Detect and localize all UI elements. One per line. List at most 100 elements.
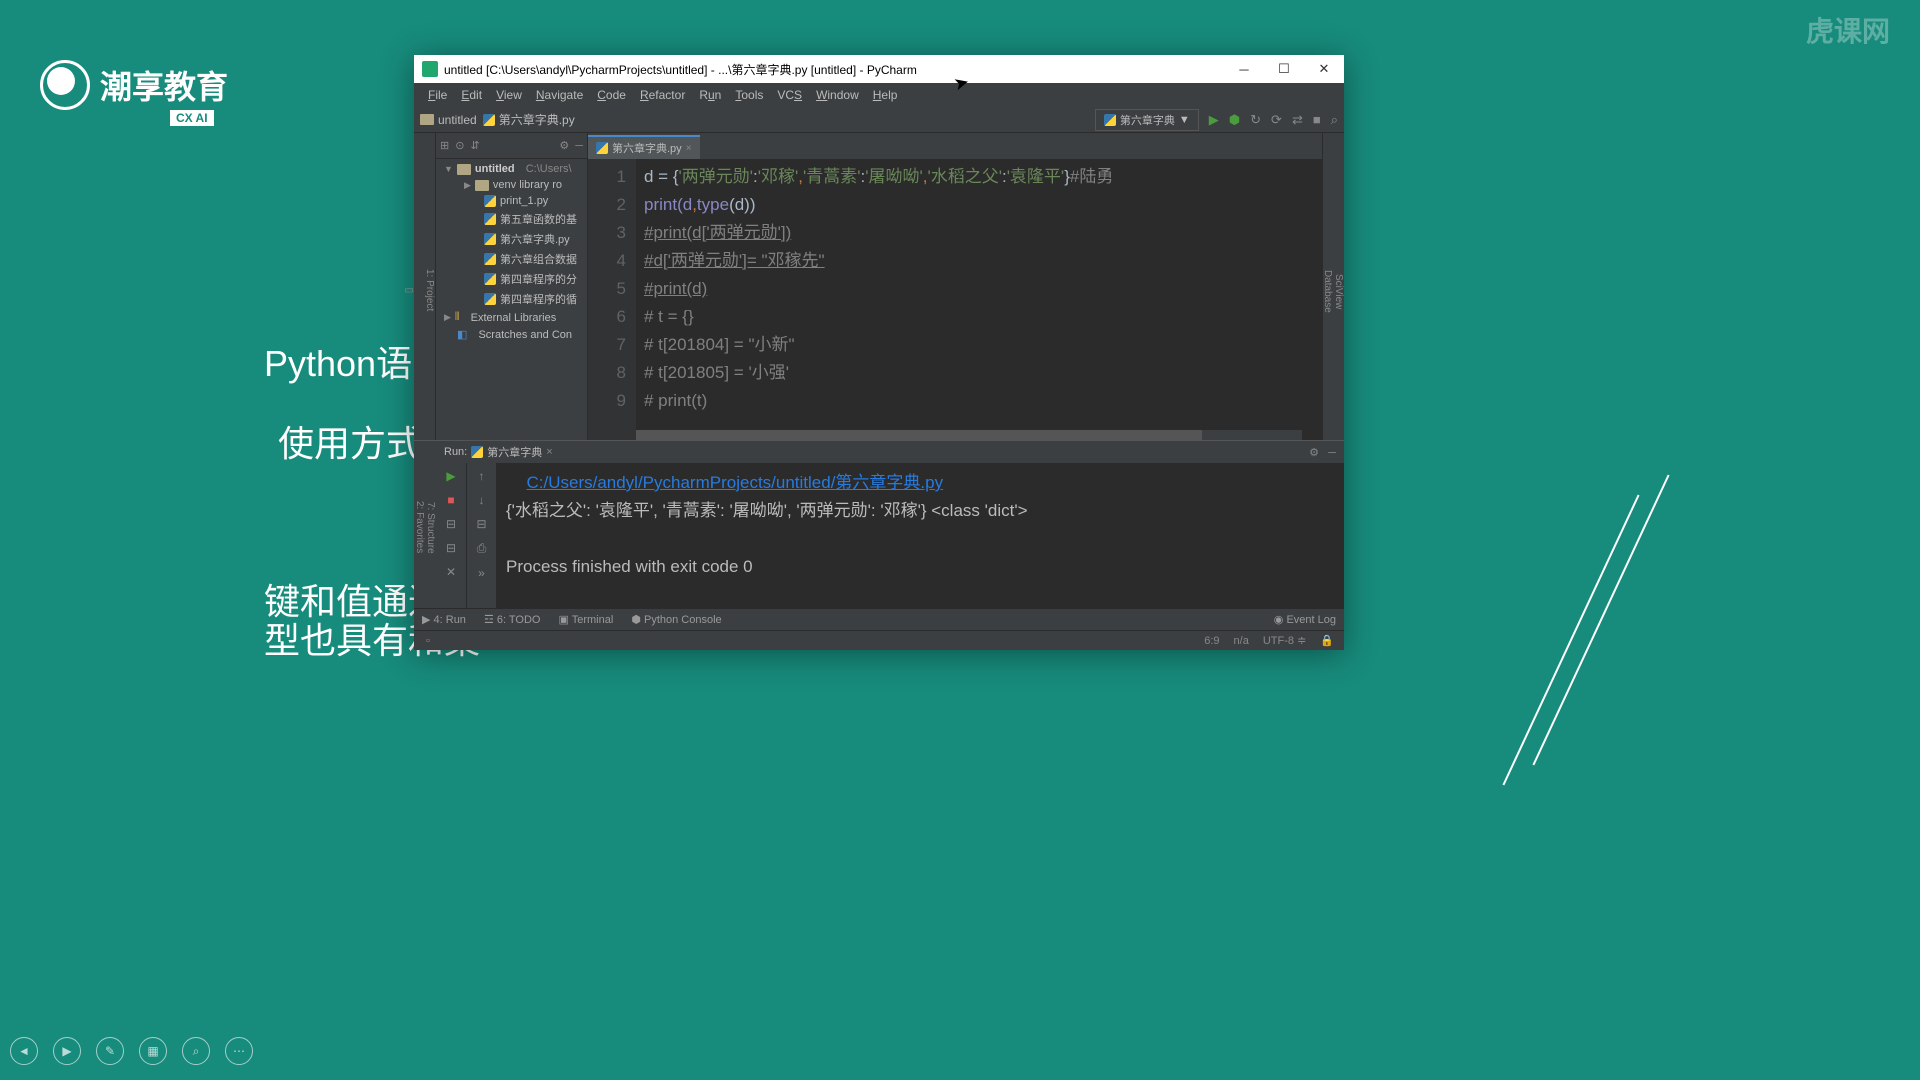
bb-run[interactable]: ▶ 4: Run [422, 613, 466, 626]
sb-lock-icon[interactable]: 🔒 [1320, 634, 1334, 647]
gear-icon[interactable]: ⚙ [559, 139, 569, 152]
down-icon[interactable]: ↓ [479, 493, 485, 507]
menu-refactor[interactable]: Refactor [634, 86, 691, 104]
python-icon [1104, 114, 1116, 126]
tree-file[interactable]: 第六章字典.py [436, 229, 587, 249]
search-button[interactable]: ⌕ [1331, 112, 1338, 128]
stop-button[interactable]: ■ [1313, 112, 1321, 127]
run-config-selector[interactable]: 第六章字典 ▼ [1095, 109, 1199, 131]
run-label: Run: [444, 446, 467, 458]
maximize-button[interactable]: ☐ [1264, 55, 1304, 83]
hide-icon[interactable]: ─ [1328, 447, 1336, 459]
close-icon[interactable]: ✕ [446, 565, 456, 579]
rail-project[interactable]: 1: Project [424, 269, 435, 311]
brand-logo: 潮享教育 CX AI [40, 60, 228, 110]
debug-button[interactable]: ⬢ [1229, 112, 1240, 128]
app-icon [422, 61, 438, 77]
menu-code[interactable]: Code [591, 86, 632, 104]
menu-vcs[interactable]: VCS [771, 86, 808, 104]
logo-icon [40, 60, 90, 110]
hide-icon[interactable]: ─ [575, 140, 583, 152]
layout-icon[interactable]: ⊟ [446, 517, 456, 531]
menu-help[interactable]: Help [867, 86, 904, 104]
coverage-button[interactable]: ↻ [1250, 112, 1261, 128]
project-panel-header: ⊞ ⊙ ⇵ ⚙ ─ [436, 133, 587, 159]
attach-button[interactable]: ⇄ [1292, 112, 1303, 128]
print-icon[interactable]: ⎙ [477, 541, 487, 556]
sb-encoding[interactable]: UTF-8 ≑ [1263, 634, 1306, 647]
right-rail: SciView Database [1322, 133, 1344, 440]
edit-button[interactable]: ✎ [96, 1037, 124, 1065]
run-panel: 7: Structure 2: Favorites Run: 第六章字典 × ⚙… [414, 440, 1344, 608]
scroll-icon[interactable]: ⊙ [455, 139, 464, 152]
project-tree[interactable]: ▼untitled C:\Users\ ▶venv library ro pri… [436, 159, 587, 440]
decor-lines [1530, 500, 1710, 800]
menu-edit[interactable]: Edit [455, 86, 488, 104]
prev-button[interactable]: ◄ [10, 1037, 38, 1065]
more-icon[interactable]: » [478, 566, 485, 580]
gutter: 123456789 [588, 159, 636, 440]
close-icon[interactable]: × [686, 143, 692, 154]
run-output[interactable]: C:/Users/andyl/PycharmProjects/untitled/… [496, 463, 1344, 608]
sb-na[interactable]: n/a [1234, 635, 1249, 647]
tree-scratches[interactable]: ◧ Scratches and Con [436, 326, 587, 343]
up-icon[interactable]: ↑ [479, 469, 485, 483]
stop-icon[interactable]: ■ [447, 493, 454, 507]
titlebar[interactable]: untitled [C:\Users\andyl\PycharmProjects… [414, 55, 1344, 83]
close-button[interactable]: ✕ [1304, 55, 1344, 83]
left-rail: 1: Project ▭ [414, 133, 436, 440]
rerun-icon[interactable]: ▶ [446, 469, 455, 483]
rail-database[interactable]: Database [1322, 143, 1333, 440]
profile-button[interactable]: ⟳ [1271, 112, 1282, 128]
tree-ext-lib[interactable]: ▶⫴ External Libraries [436, 309, 587, 326]
menu-window[interactable]: Window [810, 86, 865, 104]
code-editor[interactable]: 123456789 d = {'两弹元勋':'邓稼','青蒿素':'屠呦呦','… [588, 159, 1322, 440]
rail-structure[interactable]: 7: Structure [425, 447, 436, 608]
python-icon [471, 446, 483, 458]
bb-python-console[interactable]: ⬢ Python Console [631, 613, 721, 626]
menu-view[interactable]: View [490, 86, 528, 104]
tree-root[interactable]: ▼untitled C:\Users\ [436, 161, 587, 177]
tree-file[interactable]: 第四章程序的循 [436, 289, 587, 309]
rail-sciview[interactable]: SciView [1333, 143, 1344, 440]
collapse-icon[interactable]: ⇵ [470, 139, 479, 152]
run-button[interactable]: ▶ [1209, 112, 1219, 128]
tree-file[interactable]: print_1.py [436, 193, 587, 209]
bb-event-log[interactable]: ◉ Event Log [1274, 613, 1336, 626]
sb-position[interactable]: 6:9 [1204, 635, 1219, 647]
code-content[interactable]: d = {'两弹元勋':'邓稼','青蒿素':'屠呦呦','水稻之父':'袁隆平… [636, 159, 1322, 440]
breadcrumb[interactable]: untitled [420, 113, 477, 127]
bb-terminal[interactable]: ▣ Terminal [558, 613, 613, 626]
sb-indicator[interactable]: ▫ [426, 635, 430, 647]
zoom-button[interactable]: ⌕ [182, 1037, 210, 1065]
menu-run[interactable]: Run [693, 86, 727, 104]
select-target-icon[interactable]: ⊞ [440, 139, 449, 152]
bb-todo[interactable]: ☲ 6: TODO [484, 613, 541, 626]
pin-icon[interactable]: ⊟ [446, 541, 456, 555]
tree-file[interactable]: 第五章函数的基 [436, 209, 587, 229]
menu-tools[interactable]: Tools [729, 86, 769, 104]
bottom-toolbar: ▶ 4: Run ☲ 6: TODO ▣ Terminal ⬢ Python C… [414, 608, 1344, 630]
editor-tabs: 第六章字典.py × [588, 133, 1322, 159]
play-button[interactable]: ▶ [53, 1037, 81, 1065]
folder-icon: ▭ [405, 285, 414, 296]
tree-file[interactable]: 第六章组合数据 [436, 249, 587, 269]
wrap-icon[interactable]: ⊟ [476, 517, 486, 531]
breadcrumb-file[interactable]: 第六章字典.py [483, 111, 575, 128]
folder-icon [420, 114, 434, 125]
menu-file[interactable]: File [422, 86, 453, 104]
close-icon[interactable]: × [546, 446, 552, 458]
menubar: File Edit View Navigate Code Refactor Ru… [414, 83, 1344, 107]
rail-favorites[interactable]: 2: Favorites [414, 447, 425, 608]
run-tab-name[interactable]: 第六章字典 [487, 444, 542, 460]
minimize-button[interactable]: ─ [1224, 55, 1264, 83]
gear-icon[interactable]: ⚙ [1309, 447, 1319, 459]
h-scrollbar[interactable] [636, 430, 1302, 440]
more-button[interactable]: ⋯ [225, 1037, 253, 1065]
menu-navigate[interactable]: Navigate [530, 86, 589, 104]
slides-button[interactable]: ▦ [139, 1037, 167, 1065]
brand-sub: CX AI [170, 110, 214, 126]
tab-file[interactable]: 第六章字典.py × [588, 135, 700, 159]
tree-file[interactable]: 第四章程序的分 [436, 269, 587, 289]
tree-venv[interactable]: ▶venv library ro [436, 177, 587, 193]
